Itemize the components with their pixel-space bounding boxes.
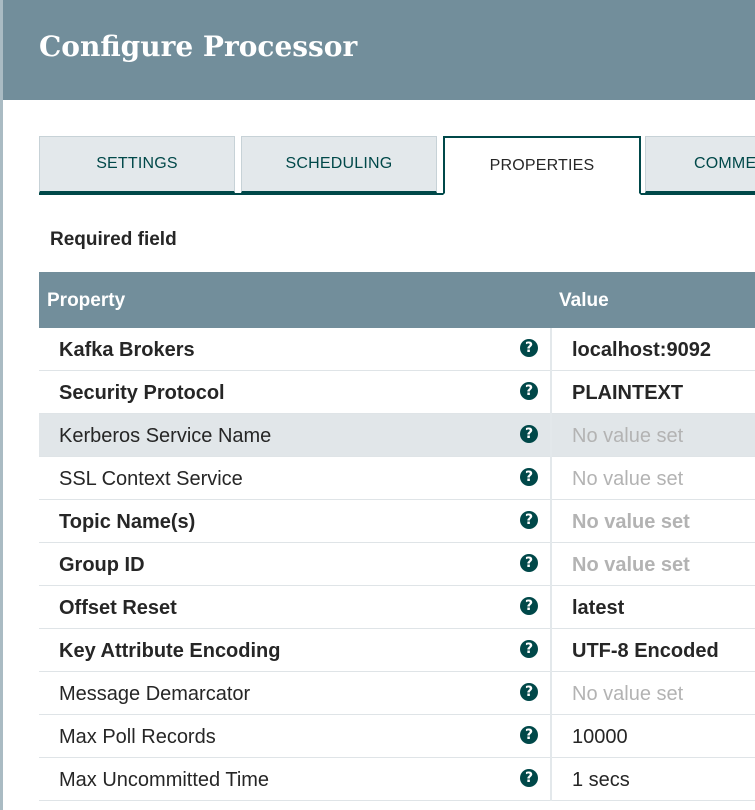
column-divider [550, 715, 552, 758]
property-name: Offset Reset [59, 597, 177, 619]
property-name: Key Attribute Encoding [59, 640, 281, 662]
property-name: Kafka Brokers [59, 339, 195, 361]
question-circle-icon[interactable]: ? [520, 339, 538, 357]
column-divider [550, 414, 552, 457]
table-row[interactable]: Message Demarcator? No value set [39, 672, 755, 715]
column-divider [550, 672, 552, 715]
table-row[interactable]: Key Attribute Encoding? UTF-8 Encoded [39, 629, 755, 672]
property-value[interactable]: localhost:9092 [572, 339, 711, 362]
property-name: Kerberos Service Name [59, 425, 272, 447]
property-value[interactable]: No value set [572, 468, 683, 491]
table-row[interactable]: Kerberos Service Name? No value set [39, 414, 755, 457]
table-header: Property Value [39, 272, 755, 328]
column-header-value: Value [559, 290, 609, 311]
property-name: Topic Name(s) [59, 511, 196, 533]
property-value[interactable]: latest [572, 597, 624, 620]
table-row[interactable]: SSL Context Service? No value set [39, 457, 755, 500]
tab-scheduling[interactable]: SCHEDULING [241, 136, 437, 193]
table-row[interactable]: Offset Reset? latest [39, 586, 755, 629]
question-circle-icon[interactable]: ? [520, 597, 538, 615]
property-name: Max Poll Records [59, 726, 216, 748]
question-circle-icon[interactable]: ? [520, 683, 538, 701]
property-value[interactable]: PLAINTEXT [572, 382, 683, 405]
question-circle-icon[interactable]: ? [520, 425, 538, 443]
column-divider [550, 758, 552, 801]
column-divider [550, 543, 552, 586]
properties-table: Property Value Kafka Brokers? localhost:9… [39, 272, 755, 801]
table-row[interactable]: Max Poll Records? 10000 [39, 715, 755, 758]
question-circle-icon[interactable]: ? [520, 554, 538, 572]
question-circle-icon[interactable]: ? [520, 769, 538, 787]
tab-bar: SETTINGS SCHEDULING PROPERTIES COMMENTS [0, 0, 755, 200]
property-value[interactable]: UTF-8 Encoded [572, 640, 719, 663]
tab-properties[interactable]: PROPERTIES [443, 136, 641, 195]
tab-comments[interactable]: COMMENTS [645, 136, 755, 193]
column-divider [550, 328, 552, 371]
table-body: Kafka Brokers? localhost:9092 Security Pro… [39, 328, 755, 801]
table-row[interactable]: Topic Name(s)? No value set [39, 500, 755, 543]
property-value[interactable]: No value set [572, 683, 683, 706]
table-row[interactable]: Kafka Brokers? localhost:9092 [39, 328, 755, 371]
column-divider [550, 629, 552, 672]
column-divider [550, 371, 552, 414]
property-name: Security Protocol [59, 382, 225, 404]
property-value[interactable]: No value set [572, 511, 690, 534]
property-value[interactable]: No value set [572, 425, 683, 448]
tab-underline [39, 193, 755, 195]
property-name: Group ID [59, 554, 145, 576]
table-row[interactable]: Group ID? No value set [39, 543, 755, 586]
column-header-property: Property [47, 290, 126, 311]
property-value[interactable]: No value set [572, 554, 690, 577]
column-divider [550, 500, 552, 543]
property-name: SSL Context Service [59, 468, 243, 490]
question-circle-icon[interactable]: ? [520, 511, 538, 529]
column-divider [550, 586, 552, 629]
question-circle-icon[interactable]: ? [520, 726, 538, 744]
property-value[interactable]: 10000 [572, 726, 628, 749]
table-row[interactable]: Max Uncommitted Time? 1 secs [39, 758, 755, 801]
tab-settings[interactable]: SETTINGS [39, 136, 235, 193]
question-circle-icon[interactable]: ? [520, 640, 538, 658]
property-value[interactable]: 1 secs [572, 769, 630, 792]
column-divider [550, 457, 552, 500]
required-field-legend: Required field [50, 229, 177, 250]
question-circle-icon[interactable]: ? [520, 468, 538, 486]
property-name: Message Demarcator [59, 683, 251, 705]
question-circle-icon[interactable]: ? [520, 382, 538, 400]
property-name: Max Uncommitted Time [59, 769, 270, 791]
table-row[interactable]: Security Protocol? PLAINTEXT [39, 371, 755, 414]
